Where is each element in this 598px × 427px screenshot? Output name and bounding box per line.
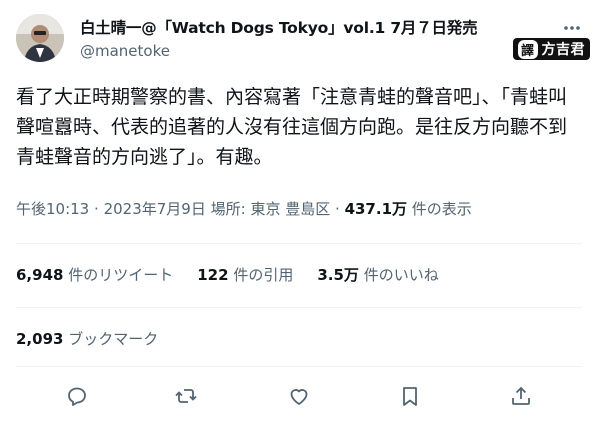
- retweets-count: 6,948: [16, 266, 64, 284]
- views-count: 437.1万: [344, 200, 408, 218]
- meta-separator: ·: [335, 200, 340, 218]
- like-button[interactable]: [287, 384, 313, 410]
- likes-label: 件のいいね: [363, 266, 439, 284]
- quotes-count: 122: [197, 266, 229, 284]
- tweet-time[interactable]: 午後10:13: [16, 200, 89, 218]
- avatar[interactable]: [16, 14, 64, 62]
- share-icon: [512, 386, 530, 405]
- retweet-button[interactable]: [174, 384, 200, 410]
- action-bar: [0, 380, 598, 414]
- like-icon: [290, 389, 308, 405]
- bookmark-button[interactable]: [398, 384, 424, 410]
- retweets-stat[interactable]: 6,948 件のリツイート: [16, 264, 173, 285]
- display-name[interactable]: 白土晴一@「Watch Dogs Tokyo」vol.1 7月７日発売: [80, 16, 478, 38]
- views-label: 件の表示: [411, 200, 472, 218]
- bookmarks-label: ブックマーク: [68, 330, 159, 348]
- avatar-image: [16, 14, 64, 62]
- more-options-icon[interactable]: [562, 18, 582, 38]
- user-name-row: 白土晴一@「Watch Dogs Tokyo」vol.1 7月７日発売: [80, 16, 540, 38]
- watermark-prefix: 譯: [517, 39, 538, 59]
- divider: [16, 307, 582, 308]
- share-button[interactable]: [509, 384, 535, 410]
- retweets-label: 件のリツイート: [68, 266, 174, 284]
- meta-separator: ·: [94, 200, 99, 218]
- tweet-meta: 午後10:13 · 2023年7月9日 場所: 東京 豊島区 · 437.1万 …: [16, 198, 472, 219]
- bookmarks-count: 2,093: [16, 330, 64, 348]
- reply-icon: [68, 387, 86, 406]
- likes-stat[interactable]: 3.5万 件のいいね: [317, 264, 438, 285]
- retweet-icon: [175, 389, 197, 403]
- watermark-text: 方吉君: [541, 42, 585, 58]
- quotes-stat[interactable]: 122 件の引用: [197, 264, 293, 285]
- bookmark-icon: [403, 387, 417, 406]
- engagement-stats: 6,948 件のリツイート 122 件の引用 3.5万 件のいいね: [16, 264, 439, 285]
- bookmarks-stat[interactable]: 2,093 ブックマーク: [16, 328, 158, 349]
- tweet-text: 看了大正時期警察的書、內容寫著「注意青蛙的聲音吧」、「青蛙叫聲喧囂時、代表的追著…: [16, 86, 568, 168]
- tweet-date[interactable]: 2023年7月9日: [104, 200, 206, 218]
- quotes-label: 件の引用: [233, 266, 294, 284]
- divider: [16, 366, 582, 367]
- user-handle[interactable]: @manetoke: [80, 42, 170, 60]
- divider: [16, 243, 582, 244]
- likes-count: 3.5万: [317, 266, 359, 284]
- reply-button[interactable]: [65, 384, 91, 410]
- translator-watermark: 譯 方吉君: [512, 38, 590, 60]
- tweet-location[interactable]: 場所: 東京 豊島区: [211, 200, 331, 218]
